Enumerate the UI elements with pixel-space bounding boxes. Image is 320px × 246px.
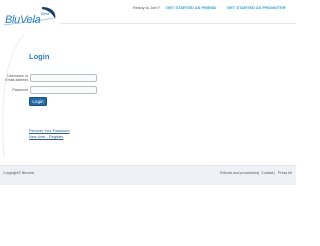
footer: Copyright© Bluvela Policies and procedur… (0, 165, 296, 185)
get-started-promoter-link[interactable]: GET STARTED AS PROMOTER (227, 5, 286, 10)
register-link[interactable]: New User - Register (29, 135, 63, 139)
copyright-text: Copyright© Bluvela (3, 171, 34, 175)
get-started-friend-link[interactable]: GET STARTED AS FRIEND (166, 5, 216, 10)
brand-logo[interactable]: BluVela Beta (4, 5, 60, 29)
username-label: Username or Email address (5, 74, 28, 82)
password-label: Password (12, 88, 28, 92)
contact-link[interactable]: Contact (261, 171, 273, 175)
logo-beta-tag: Beta (41, 11, 50, 16)
recover-password-link[interactable]: Recover Your Password (29, 129, 70, 133)
header: BluVela Beta Ready to Join? GET STARTED … (0, 0, 296, 30)
login-button[interactable]: Login (29, 97, 47, 106)
logo-word: BluVela (5, 14, 41, 26)
press-kit-link[interactable]: Press kit (278, 171, 292, 175)
join-prompt: Ready to Join? (133, 5, 160, 10)
footer-separator: | (258, 171, 259, 175)
password-input[interactable] (30, 86, 97, 94)
username-input[interactable] (30, 74, 97, 82)
policies-link[interactable]: Policies and procedures (220, 171, 258, 175)
header-divider (60, 23, 296, 24)
page-title: Login (29, 52, 50, 61)
footer-separator: | (274, 171, 275, 175)
